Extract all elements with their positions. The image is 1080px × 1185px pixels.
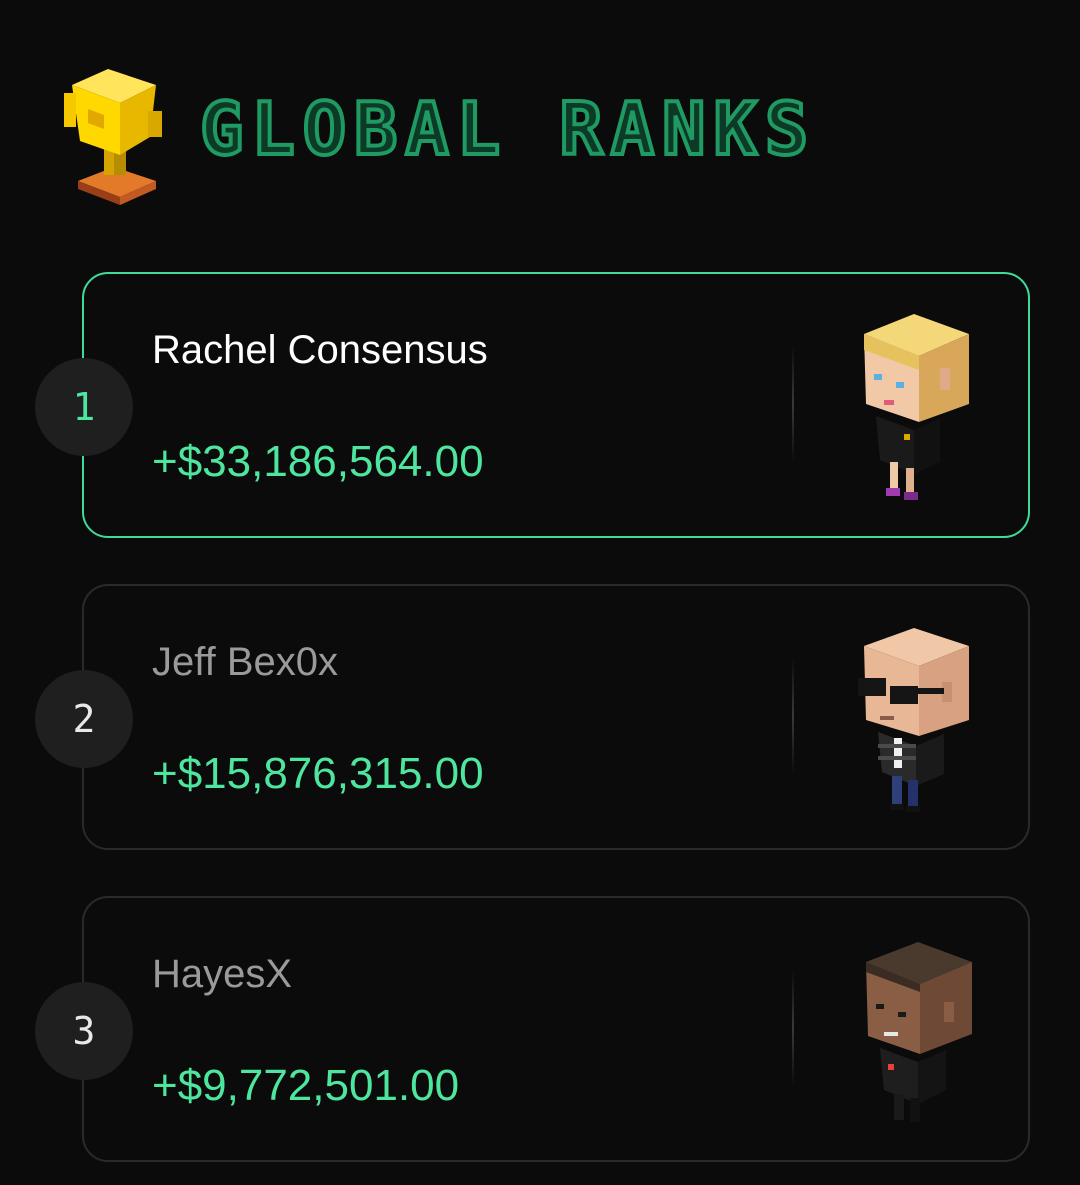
blonde-woman-avatar xyxy=(864,314,969,500)
player-profit: +$33,186,564.00 xyxy=(152,437,484,486)
player-profit: +$9,772,501.00 xyxy=(152,1061,460,1110)
divider xyxy=(792,656,794,776)
bald-man-sunglasses-avatar xyxy=(858,628,969,812)
rank-badge: 2 xyxy=(35,670,133,768)
player-profit: +$15,876,315.00 xyxy=(152,749,484,798)
rank-card[interactable]: HayesX +$9,772,501.00 xyxy=(82,896,1030,1162)
player-name: HayesX xyxy=(152,952,293,996)
rank-badge: 1 xyxy=(35,358,133,456)
divider xyxy=(792,344,794,464)
rank-card[interactable]: Rachel Consensus +$33,186,564.00 xyxy=(82,272,1030,538)
page-header: GLOBAL RANKS xyxy=(64,60,816,210)
player-name: Jeff Bex0x xyxy=(152,640,339,684)
divider xyxy=(792,968,794,1088)
trophy-icon xyxy=(64,68,162,205)
rank-card[interactable]: Jeff Bex0x +$15,876,315.00 xyxy=(82,584,1030,850)
rank-badge: 3 xyxy=(35,982,133,1080)
dark-haired-man-avatar xyxy=(866,942,972,1122)
player-name: Rachel Consensus xyxy=(152,328,488,372)
page-title: GLOBAL RANKS xyxy=(198,87,817,171)
